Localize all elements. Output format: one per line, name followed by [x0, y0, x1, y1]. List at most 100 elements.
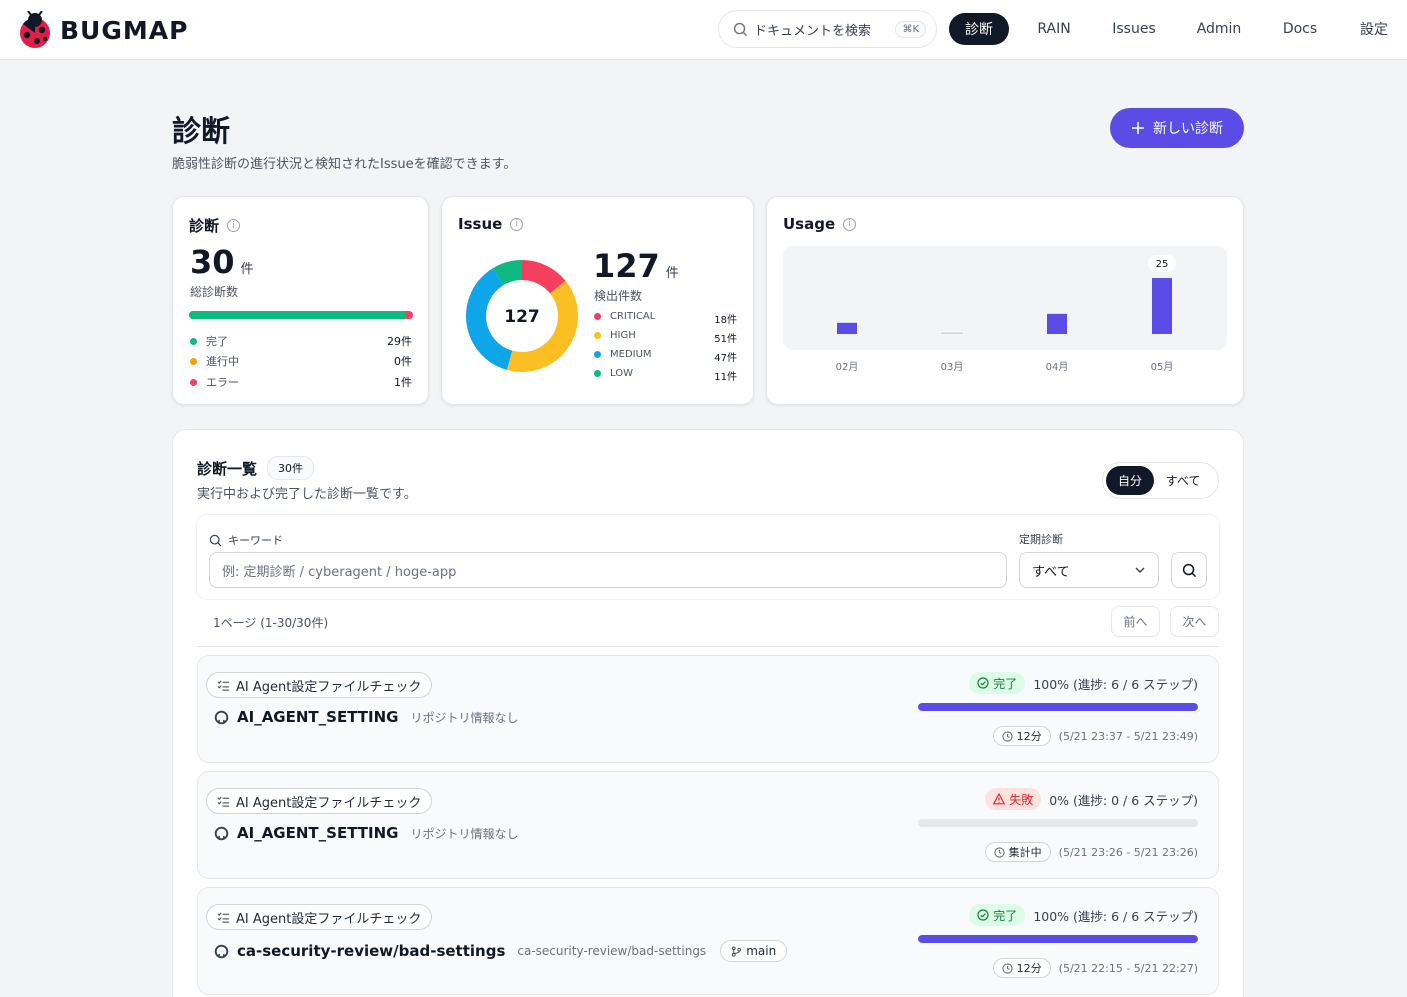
list-title: 診断一覧 [197, 459, 258, 478]
nav-diagnosis[interactable]: 診断 [949, 13, 1009, 45]
legend-done: 完了 [190, 333, 228, 349]
diagnosis-total: 30 件 [190, 243, 254, 281]
diagnosis-row[interactable]: AI Agent設定ファイルチェック ca-security-review/bad… [197, 887, 1219, 995]
progress-bar [918, 935, 1198, 943]
nav-docs[interactable]: Docs [1272, 13, 1328, 45]
status-badge: 失敗 [985, 788, 1042, 810]
branch-badge: main [720, 940, 788, 962]
legend-critical: CRITICAL [594, 311, 655, 322]
clock-icon [1002, 962, 1013, 974]
nav-rain[interactable]: RAIN [1026, 13, 1082, 45]
legend-medium: MEDIUM [594, 349, 652, 360]
legend-medium-label: MEDIUM [610, 349, 652, 360]
periodic-select[interactable]: すべて [1019, 552, 1159, 588]
periodic-label: 定期診断 [1019, 533, 1063, 546]
progress-text: 100% (進捗: 6 / 6 ステップ) [1033, 908, 1198, 924]
diagnosis-type-label: AI Agent設定ファイルチェック [236, 795, 422, 811]
plus-icon [1132, 122, 1144, 134]
diagnosis-total-unit: 件 [240, 262, 254, 277]
repository-name[interactable]: AI_AGENT_SETTING [237, 824, 398, 842]
usage-bar-chart: 02月 03月 04月 05月 25 [783, 246, 1227, 373]
info-icon[interactable]: i [227, 219, 241, 232]
nav-issues[interactable]: Issues [1104, 13, 1164, 45]
legend-medium-value: 47件 [714, 353, 737, 364]
divider [197, 646, 1219, 647]
status-line: 完了 100% (進捗: 6 / 6 ステップ) [969, 672, 1198, 694]
legend-high-dot [594, 332, 601, 339]
status-badge: 完了 [969, 672, 1026, 694]
info-icon[interactable]: i [843, 217, 857, 231]
usage-tick-label: 03月 [941, 361, 964, 373]
progress-text: 0% (進捗: 0 / 6 ステップ) [1049, 792, 1198, 808]
checklist-icon [217, 796, 230, 807]
diagnosis-row[interactable]: AI Agent設定ファイルチェック AI_AGENT_SETTING リポジトリ情… [197, 771, 1219, 879]
chevron-down-icon [1135, 567, 1145, 573]
warning-icon [993, 793, 1006, 805]
usage-bar-0[interactable] [837, 322, 857, 334]
usage-bar-2[interactable] [1047, 313, 1067, 334]
toggle-mine[interactable]: 自分 [1106, 466, 1154, 495]
page-info: 1ページ (1-30/30件) [213, 616, 329, 630]
keyword-input[interactable]: 例: 定期診断 / cyberagent / hoge-app [209, 552, 1007, 588]
duration-value: 12分 [1016, 962, 1042, 975]
search-icon [209, 534, 222, 546]
usage-data-label: 25 [1156, 259, 1169, 270]
legend-done-dot [190, 337, 197, 345]
issue-card-title-text: Issue [458, 215, 503, 233]
repository-name[interactable]: AI_AGENT_SETTING [237, 708, 398, 726]
nav-settings[interactable]: 設定 [1352, 13, 1396, 45]
legend-high-label: HIGH [610, 330, 636, 341]
legend-error-label: エラー [206, 376, 239, 389]
legend-done-label: 完了 [206, 335, 228, 348]
nav-admin[interactable]: Admin [1188, 13, 1250, 45]
check-circle-icon [977, 677, 989, 689]
repository-detail: ca-security-review/bad-settings [517, 944, 707, 958]
info-icon[interactable]: i [510, 217, 524, 231]
usage-bar-1[interactable] [941, 332, 963, 335]
issue-donut-chart: 127 [466, 260, 578, 372]
legend-high-value: 51件 [714, 334, 737, 345]
logo-text: BUGMAP [60, 15, 189, 45]
keyword-label-text: キーワード [228, 534, 283, 547]
legend-running: 進行中 [190, 353, 239, 369]
duration-value: 12分 [1016, 730, 1042, 743]
logo[interactable]: BUGMAP [18, 11, 188, 49]
branch-name: main [746, 944, 777, 958]
new-diagnosis-button[interactable]: 新しい診断 [1110, 108, 1244, 148]
diagnosis-card-title: 診断 i [189, 215, 241, 236]
doc-search-input[interactable]: ドキュメントを検索 ⌘K [718, 10, 937, 48]
legend-critical-dot [594, 313, 601, 320]
duration-badge: 12分 [992, 726, 1051, 746]
issue-summary-card: Issue i 127 127 件 検出件数 CRITICAL 18件 HIGH… [441, 196, 754, 405]
usage-card-title: Usage i [783, 215, 857, 233]
search-icon [1182, 563, 1196, 577]
diagnosis-row[interactable]: AI Agent設定ファイルチェック AI_AGENT_SETTING リポジトリ情… [197, 655, 1219, 763]
usage-bar-3[interactable] [1152, 278, 1172, 334]
clock-icon [1002, 730, 1013, 742]
issue-total-label: 検出件数 [594, 289, 643, 303]
issue-card-title: Issue i [458, 215, 524, 233]
usage-card: Usage i 02月 03月 04月 05月 25 [766, 196, 1244, 405]
issue-total: 127 件 [593, 247, 679, 285]
repository-name[interactable]: ca-security-review/bad-settings [237, 942, 505, 960]
next-page-button[interactable]: 次へ [1170, 606, 1219, 637]
prev-page-button[interactable]: 前へ [1111, 606, 1160, 637]
progress-bar-fill [918, 935, 1198, 943]
legend-error-dot [190, 378, 197, 386]
search-placeholder: ドキュメントを検索 [754, 23, 872, 39]
diagnosis-type-label: AI Agent設定ファイルチェック [236, 911, 422, 927]
status-label: 失敗 [1009, 792, 1034, 807]
status-line: 完了 100% (進捗: 6 / 6 ステップ) [969, 904, 1198, 926]
legend-error-value: 1件 [394, 376, 412, 389]
status-badge: 完了 [969, 904, 1026, 926]
checklist-icon [217, 912, 230, 923]
legend-error: エラー [190, 374, 239, 390]
keyword-label: キーワード [209, 532, 283, 548]
checklist-icon [217, 680, 230, 691]
owner-toggle: 自分 すべて [1102, 462, 1219, 499]
search-button[interactable] [1171, 552, 1207, 588]
repository-detail: リポジトリ情報なし [410, 710, 519, 725]
diagnosis-type-label: AI Agent設定ファイルチェック [236, 679, 422, 695]
status-line: 失敗 0% (進捗: 0 / 6 ステップ) [985, 788, 1198, 810]
toggle-all[interactable]: すべて [1154, 466, 1212, 495]
